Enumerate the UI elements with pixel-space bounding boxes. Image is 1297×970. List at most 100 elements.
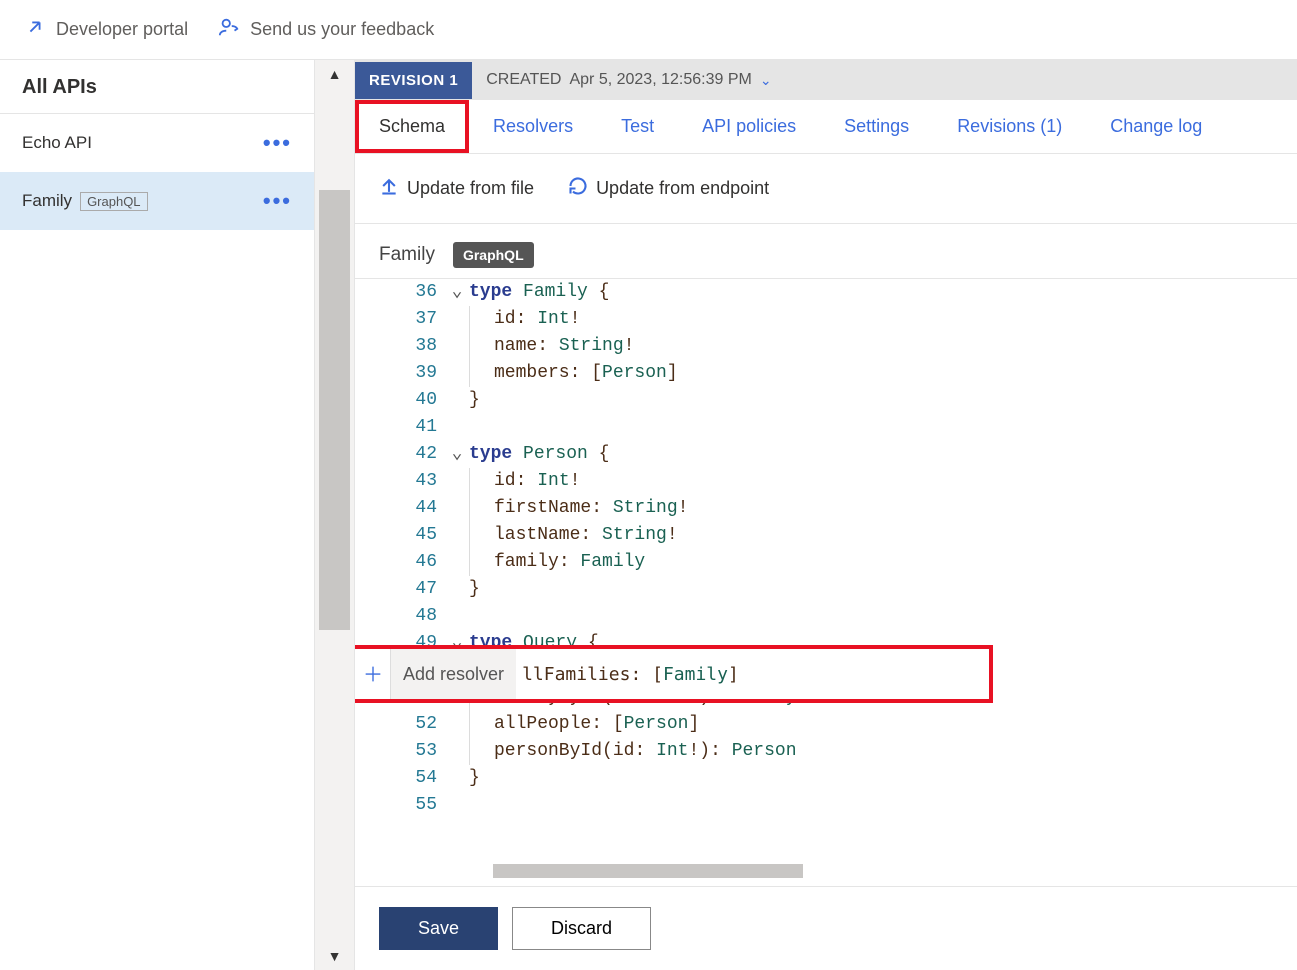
more-icon[interactable]: ••• [263,188,292,214]
editor-line[interactable]: 54} [355,765,1297,792]
feedback-label: Send us your feedback [250,19,434,40]
schema-editor[interactable]: 36⌄type Family {37id: Int!38name: String… [355,278,1297,886]
revision-created[interactable]: CREATED Apr 5, 2023, 12:56:39 PM ⌄ [472,71,785,89]
api-item-tag: GraphQL [80,192,147,211]
editor-line[interactable]: 46family: Family [355,549,1297,576]
schema-actions: Update from file Update from endpoint [355,154,1297,224]
revision-badge: REVISION 1 [355,62,472,99]
discard-button[interactable]: Discard [512,907,651,950]
code-content[interactable]: type Family { [469,279,609,306]
editor-line[interactable]: 41 [355,414,1297,441]
footer-actions: Save Discard [355,886,1297,970]
more-icon[interactable]: ••• [263,130,292,156]
add-resolver-code: llFamilies: [Family] [516,664,739,685]
line-number: 36 [355,279,445,306]
code-content[interactable]: id: Int! [469,468,580,495]
editor-line[interactable]: 40} [355,387,1297,414]
feedback-link[interactable]: Send us your feedback [218,16,434,43]
fold-icon [445,576,469,603]
feedback-icon [218,16,240,43]
fold-icon [445,414,469,441]
editor-line[interactable]: 43 id: Int! [355,468,1297,495]
editor-line[interactable]: 45lastName: String! [355,522,1297,549]
tab-resolvers[interactable]: Resolvers [469,100,597,153]
add-resolver-label: Add resolver [391,649,516,699]
developer-portal-label: Developer portal [56,19,188,40]
code-content[interactable]: } [469,387,480,414]
editor-line[interactable]: 38 name: String! [355,333,1297,360]
fold-icon [445,522,469,549]
code-content[interactable]: personById(id: Int!): Person [469,738,797,765]
line-number: 44 [355,495,445,522]
editor-line[interactable]: 39 members: [Person] [355,360,1297,387]
code-content[interactable]: name: String! [469,333,634,360]
fold-icon [445,549,469,576]
api-item[interactable]: Family GraphQL ••• [0,172,314,230]
api-item-name: Family [22,191,72,211]
line-number: 40 [355,387,445,414]
line-number: 43 [355,468,445,495]
plus-icon[interactable] [355,649,391,699]
code-content[interactable]: } [469,765,480,792]
line-number: 54 [355,765,445,792]
editor-line[interactable]: 48 [355,603,1297,630]
editor-line[interactable]: 52 allPeople: [Person] [355,711,1297,738]
tab-test[interactable]: Test [597,100,678,153]
scroll-up-icon[interactable]: ▲ [328,66,342,82]
code-content[interactable]: members: [Person] [469,360,678,387]
editor-line[interactable]: 36⌄type Family { [355,279,1297,306]
sidebar-scrollbar[interactable]: ▲ ▼ [315,60,355,970]
horizontal-scrollbar[interactable] [493,864,803,878]
upload-icon [379,176,399,201]
add-resolver-popup[interactable]: Add resolver llFamilies: [Family] [355,649,989,699]
fold-icon [445,738,469,765]
scroll-down-icon[interactable]: ▼ [328,948,342,964]
fold-icon [445,603,469,630]
code-content[interactable]: } [469,576,480,603]
fold-icon [445,792,469,819]
fold-icon[interactable]: ⌄ [445,279,469,306]
api-item-name: Echo API [22,133,92,153]
code-content[interactable]: firstName: String! [469,495,688,522]
tab-changelog[interactable]: Change log [1086,100,1226,153]
tab-settings[interactable]: Settings [820,100,933,153]
api-sidebar: All APIs Echo API•••FamilyGraphQL••• [0,60,315,970]
scroll-thumb[interactable] [319,190,350,630]
line-number: 47 [355,576,445,603]
fold-icon [445,711,469,738]
developer-portal-link[interactable]: Developer portal [24,16,188,43]
tab-revisions[interactable]: Revisions (1) [933,100,1086,153]
code-content[interactable]: allPeople: [Person] [469,711,699,738]
line-number: 37 [355,306,445,333]
editor-line[interactable]: 53personById(id: Int!): Person [355,738,1297,765]
created-label: CREATED [486,71,561,89]
code-content[interactable]: family: Family [469,549,645,576]
line-number: 39 [355,360,445,387]
editor-line[interactable]: 37 id: Int! [355,306,1297,333]
code-content[interactable]: id: Int! [469,306,580,333]
save-button[interactable]: Save [379,907,498,950]
tab-api-policies[interactable]: API policies [678,100,820,153]
code-content[interactable]: type Person { [469,441,609,468]
fold-icon [445,468,469,495]
update-from-file-button[interactable]: Update from file [379,176,534,201]
line-number: 38 [355,333,445,360]
api-item[interactable]: Echo API ••• [0,114,314,172]
editor-line[interactable]: 44 firstName: String! [355,495,1297,522]
line-number: 52 [355,711,445,738]
graphql-badge: GraphQL [453,242,534,268]
fold-icon[interactable]: ⌄ [445,441,469,468]
code-content[interactable]: lastName: String! [469,522,678,549]
line-number: 41 [355,414,445,441]
revision-bar: REVISION 1 CREATED Apr 5, 2023, 12:56:39… [355,60,1297,100]
editor-line[interactable]: 47} [355,576,1297,603]
update-from-file-label: Update from file [407,178,534,199]
tab-schema[interactable]: Schema [355,100,469,153]
fold-icon [445,306,469,333]
line-number: 55 [355,792,445,819]
editor-line[interactable]: 42⌄type Person { [355,441,1297,468]
created-value: Apr 5, 2023, 12:56:39 PM [569,71,751,89]
fold-icon [445,765,469,792]
editor-line[interactable]: 55 [355,792,1297,819]
update-from-endpoint-button[interactable]: Update from endpoint [568,176,769,201]
